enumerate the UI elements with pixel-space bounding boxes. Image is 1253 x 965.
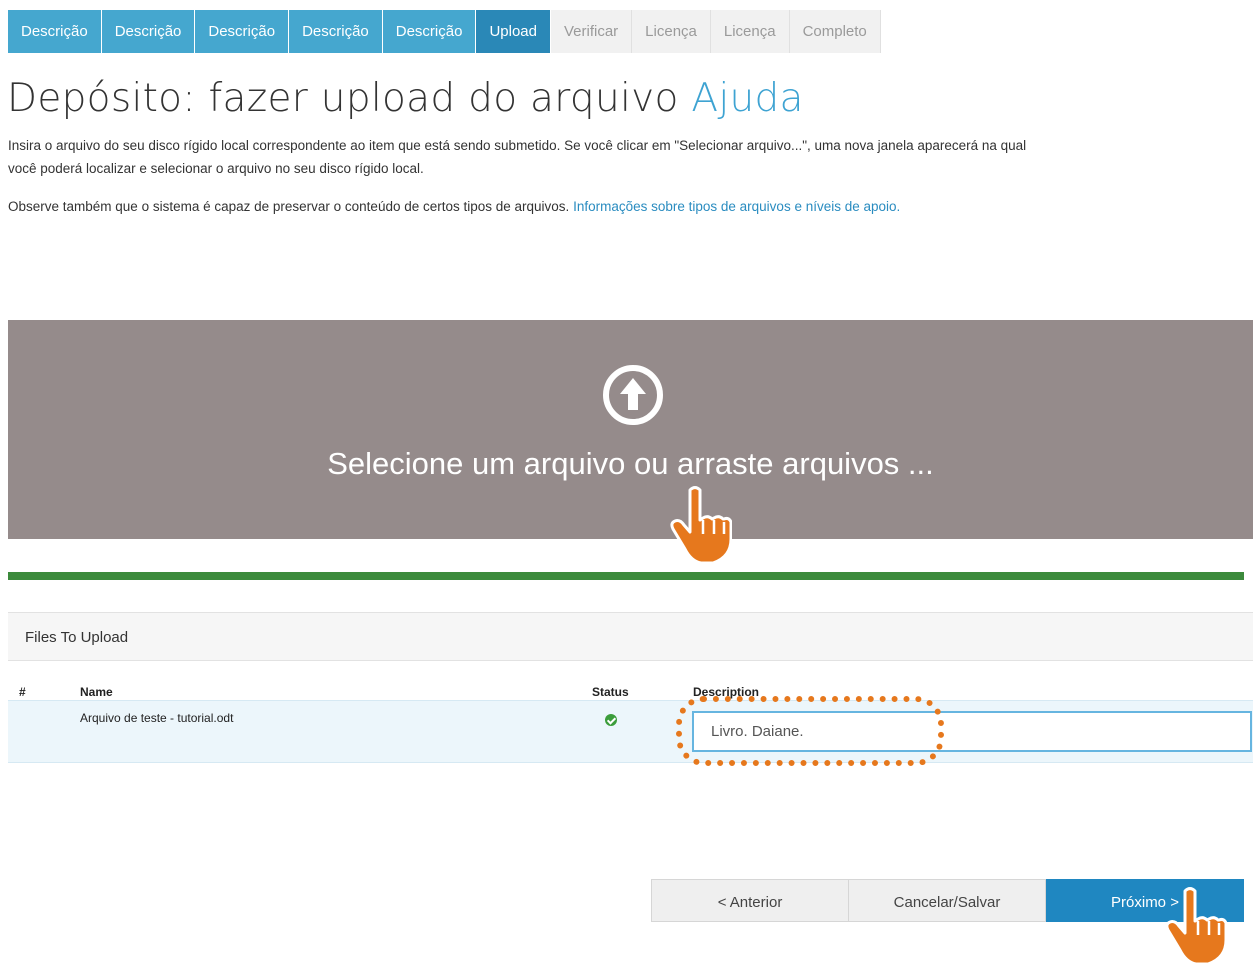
submission-steps: Descrição Descrição Descrição Descrição … xyxy=(8,10,881,53)
intro-line-2: você poderá localizar e selecionar o arq… xyxy=(8,161,424,176)
pointing-hand-icon xyxy=(1165,887,1227,965)
note-text: Observe também que o sistema é capaz de … xyxy=(8,199,570,214)
description-input[interactable] xyxy=(692,711,1252,752)
pointing-hand-icon xyxy=(670,486,732,564)
dropzone-text[interactable]: Selecione um arquivo ou arraste arquivos… xyxy=(8,446,1253,482)
previous-button[interactable]: < Anterior xyxy=(651,879,849,922)
step-description-2[interactable]: Descrição xyxy=(101,10,196,53)
page-title: Depósito: fazer upload do arquivo Ajuda xyxy=(7,76,804,121)
upload-arrow-circle-icon xyxy=(603,365,663,425)
step-complete: Completo xyxy=(789,10,881,53)
note-paragraph: Observe também que o sistema é capaz de … xyxy=(8,195,900,218)
files-heading: Files To Upload xyxy=(8,612,1253,661)
step-upload[interactable]: Upload xyxy=(476,10,551,53)
files-to-upload-panel: Files To Upload # Name Status Descriptio… xyxy=(8,612,1253,763)
step-description-5[interactable]: Descrição xyxy=(382,10,477,53)
step-description-4[interactable]: Descrição xyxy=(289,10,383,53)
step-description-3[interactable]: Descrição xyxy=(195,10,290,53)
page-title-text: Depósito: fazer upload do arquivo xyxy=(7,76,679,121)
intro-line-1: Insira o arquivo do seu disco rígido loc… xyxy=(8,138,1027,153)
file-name: Arquivo de teste - tutorial.odt xyxy=(80,711,234,725)
intro-paragraph: Insira o arquivo do seu disco rígido loc… xyxy=(8,134,1026,180)
cancel-save-button[interactable]: Cancelar/Salvar xyxy=(849,879,1046,922)
help-link[interactable]: Ajuda xyxy=(691,76,803,121)
step-license-1: Licença xyxy=(632,10,711,53)
step-license-2: Licença xyxy=(710,10,790,53)
table-row: Arquivo de teste - tutorial.odt xyxy=(8,700,1253,763)
navigation-buttons: < Anterior Cancelar/Salvar Próximo > xyxy=(651,879,1244,922)
upload-progress-bar xyxy=(8,572,1244,580)
step-description-1[interactable]: Descrição xyxy=(8,10,102,53)
file-types-link[interactable]: Informações sobre tipos de arquivos e ní… xyxy=(573,199,900,214)
step-verify: Verificar xyxy=(550,10,633,53)
status-ok-icon xyxy=(605,714,617,726)
